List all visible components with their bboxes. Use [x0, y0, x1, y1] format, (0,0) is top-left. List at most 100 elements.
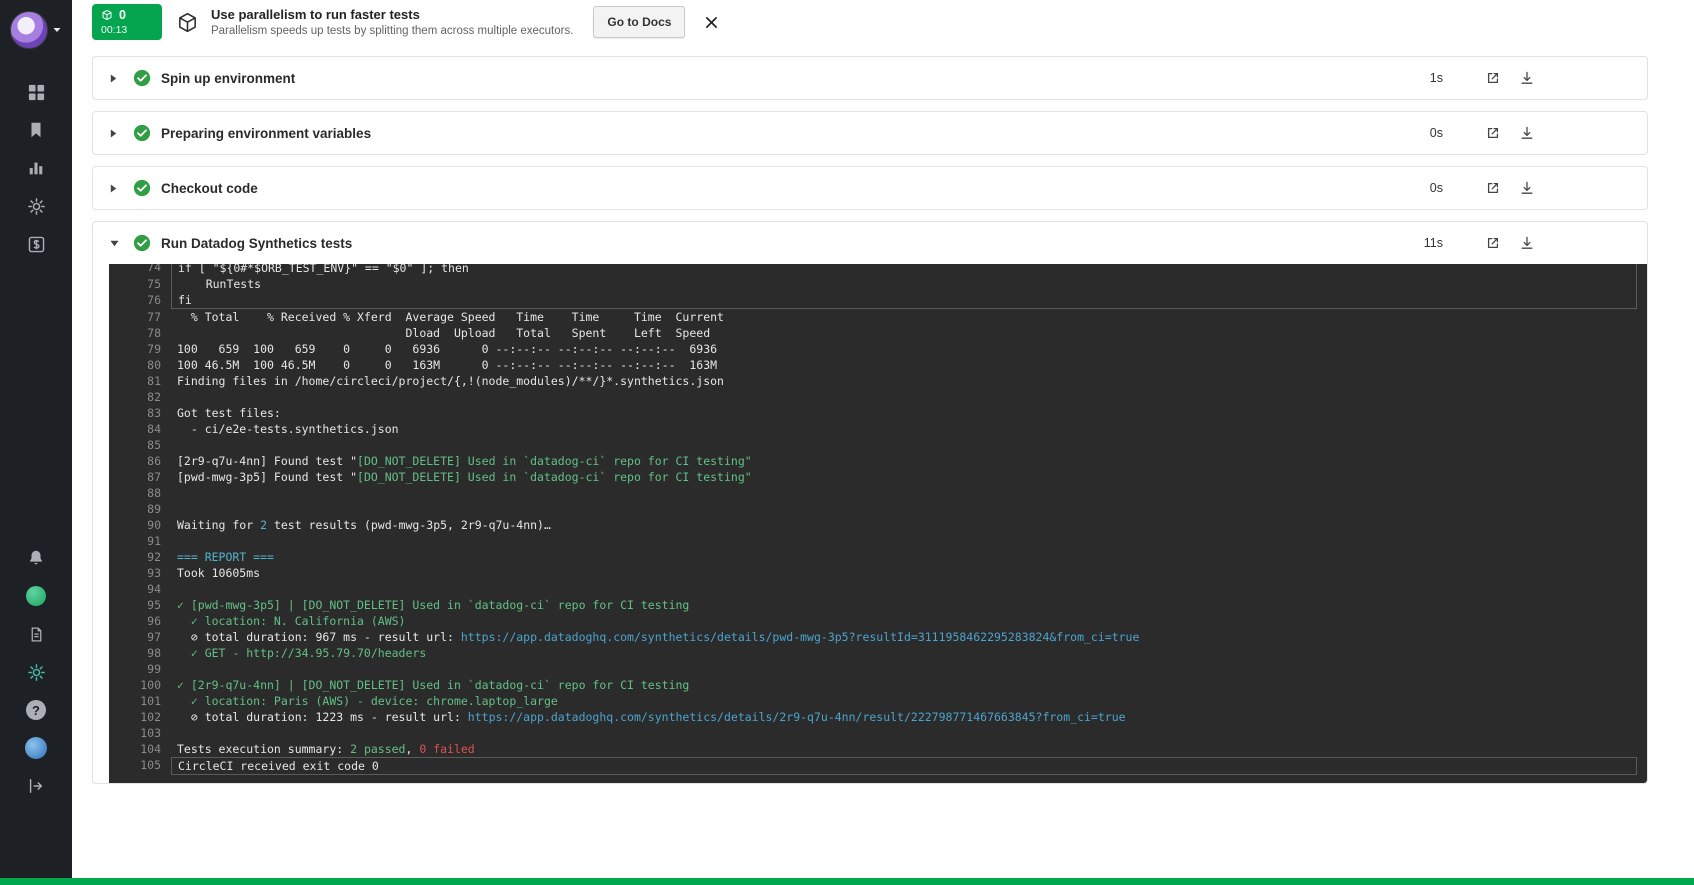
- step-title: Run Datadog Synthetics tests: [161, 236, 352, 251]
- log-text: CircleCI received exit code 0: [178, 759, 379, 773]
- download-log-icon[interactable]: [1519, 125, 1535, 141]
- step-duration: 11s: [1424, 236, 1443, 250]
- line-number: 102: [117, 709, 161, 725]
- credits-timer-badge[interactable]: 0 00:13: [92, 4, 162, 40]
- chevron-down-icon[interactable]: [109, 239, 121, 248]
- download-log-icon[interactable]: [1519, 180, 1535, 196]
- log-text: RunTests: [178, 277, 261, 291]
- terminal-line: 105 CircleCI received exit code 0: [117, 757, 1647, 775]
- chat-messenger-icon: [26, 586, 46, 606]
- log-text: - ci/e2e-tests.synthetics.json: [177, 422, 399, 436]
- status-success-icon: [133, 179, 151, 197]
- package-icon: [176, 11, 199, 34]
- log-text: Took 10605ms: [177, 566, 260, 580]
- line-number: 78: [117, 325, 161, 341]
- line-number: 104: [117, 741, 161, 757]
- log-text: Finding files in /home/circleci/project/…: [177, 374, 724, 388]
- terminal-output[interactable]: 74if [ "${0#*$ORB_TEST_ENV}" == "$0" ]; …: [109, 264, 1647, 783]
- sidebar-item-chat[interactable]: [16, 582, 56, 610]
- line-number: 82: [117, 389, 161, 405]
- terminal-line: 87[pwd-mwg-3p5] Found test "[DO_NOT_DELE…: [117, 469, 1647, 485]
- terminal-line: 101 ✓ location: Paris (AWS) - device: ch…: [117, 693, 1647, 709]
- sidebar-item-dashboard[interactable]: [16, 78, 56, 106]
- step-title: Preparing environment variables: [161, 126, 371, 141]
- terminal-line: 85: [117, 437, 1647, 453]
- go-to-docs-button[interactable]: Go to Docs: [593, 6, 685, 38]
- line-number: 100: [117, 677, 161, 693]
- line-number: 80: [117, 357, 161, 373]
- gear-icon: [27, 197, 46, 216]
- steps-list: Spin up environment1s Preparing environme…: [72, 44, 1694, 784]
- log-text: ✓ [2r9-q7u-4nn] | [DO_NOT_DELETE] Used i…: [177, 678, 689, 692]
- download-log-icon[interactable]: [1519, 70, 1535, 86]
- build-status-bar: [0, 878, 1694, 885]
- line-number: 89: [117, 501, 161, 517]
- result-url-link[interactable]: https://app.datadoghq.com/synthetics/det…: [468, 710, 1126, 724]
- org-avatar[interactable]: [10, 11, 48, 49]
- log-text: ✓ location: Paris (AWS) - device: chrome…: [177, 694, 558, 708]
- log-text: 0 failed: [419, 742, 474, 756]
- log-text: fi: [178, 293, 192, 307]
- line-number: 105: [117, 757, 161, 775]
- result-url-link[interactable]: https://app.datadoghq.com/synthetics/det…: [461, 630, 1140, 644]
- open-in-new-tab-icon[interactable]: [1485, 70, 1501, 86]
- terminal-line: 88: [117, 485, 1647, 501]
- terminal-line: 94: [117, 581, 1647, 597]
- terminal-line: 95✓ [pwd-mwg-3p5] | [DO_NOT_DELETE] Used…: [117, 597, 1647, 613]
- line-number: 98: [117, 645, 161, 661]
- download-log-icon[interactable]: [1519, 235, 1535, 251]
- dashboard-grid-icon: [27, 83, 46, 102]
- sidebar-item-notifications[interactable]: [16, 544, 56, 572]
- line-number: 93: [117, 565, 161, 581]
- open-in-new-tab-icon[interactable]: [1485, 180, 1501, 196]
- main-content: 0 00:13 Use parallelism to run faster te…: [72, 0, 1694, 885]
- line-number: 97: [117, 629, 161, 645]
- line-number: 103: [117, 725, 161, 741]
- chevron-right-icon[interactable]: [109, 128, 121, 139]
- log-text: ,: [405, 742, 419, 756]
- banner-text: Use parallelism to run faster tests Para…: [211, 7, 573, 38]
- sidebar-item-insights[interactable]: [16, 154, 56, 182]
- terminal-line: 80 100 46.5M 100 46.5M 0 0 163M 0 --:--:-…: [117, 357, 1647, 373]
- step-card: Checkout code0s: [92, 166, 1648, 210]
- log-text: 2: [260, 518, 267, 532]
- step-duration: 1s: [1430, 71, 1443, 85]
- terminal-line: 99: [117, 661, 1647, 677]
- log-text: Dload Upload Total Spent Left Speed: [177, 326, 710, 340]
- collapse-sidebar-icon: [27, 777, 45, 795]
- org-switcher[interactable]: [10, 11, 62, 49]
- line-number: 84: [117, 421, 161, 437]
- terminal-line: 86[2r9-q7u-4nn] Found test "[DO_NOT_DELE…: [117, 453, 1647, 469]
- sidebar-item-user[interactable]: [16, 734, 56, 762]
- sidebar-collapse-toggle[interactable]: [16, 772, 56, 800]
- sidebar-item-help[interactable]: ?: [16, 696, 56, 724]
- line-number: 83: [117, 405, 161, 421]
- step-card: Run Datadog Synthetics tests 11s 74if [ "$…: [92, 221, 1648, 784]
- document-icon: [28, 626, 45, 643]
- terminal-line: 82: [117, 389, 1647, 405]
- log-text: 100 46.5M 100 46.5M 0 0 163M 0 --:--:-- …: [177, 358, 717, 372]
- log-text: test results (pwd-mwg-3p5, 2r9-q7u-4nn)…: [267, 518, 551, 532]
- step-title: Checkout code: [161, 181, 258, 196]
- chevron-right-icon[interactable]: [109, 73, 121, 84]
- sidebar-item-support[interactable]: [16, 658, 56, 686]
- credits-count: 0: [119, 9, 126, 22]
- line-number: 94: [117, 581, 161, 597]
- chevron-right-icon[interactable]: [109, 183, 121, 194]
- terminal-line: 74if [ "${0#*$ORB_TEST_ENV}" == "$0" ]; …: [117, 264, 1647, 276]
- step-header[interactable]: Checkout code0s: [93, 167, 1647, 209]
- open-in-new-tab-icon[interactable]: [1485, 125, 1501, 141]
- sidebar-item-settings[interactable]: [16, 192, 56, 220]
- line-number: 87: [117, 469, 161, 485]
- step-header[interactable]: Run Datadog Synthetics tests 11s: [93, 222, 1647, 264]
- log-text: ✓ GET - http://34.95.79.70/headers: [177, 646, 426, 660]
- open-in-new-tab-icon[interactable]: [1485, 235, 1501, 251]
- sidebar-item-projects[interactable]: [16, 116, 56, 144]
- sidebar-item-docs[interactable]: [16, 620, 56, 648]
- credits-time: 00:13: [101, 24, 153, 36]
- line-number: 91: [117, 533, 161, 549]
- sidebar-item-plan[interactable]: [16, 230, 56, 258]
- close-banner-icon[interactable]: [701, 12, 722, 33]
- step-header[interactable]: Preparing environment variables0s: [93, 112, 1647, 154]
- step-header[interactable]: Spin up environment1s: [93, 57, 1647, 99]
